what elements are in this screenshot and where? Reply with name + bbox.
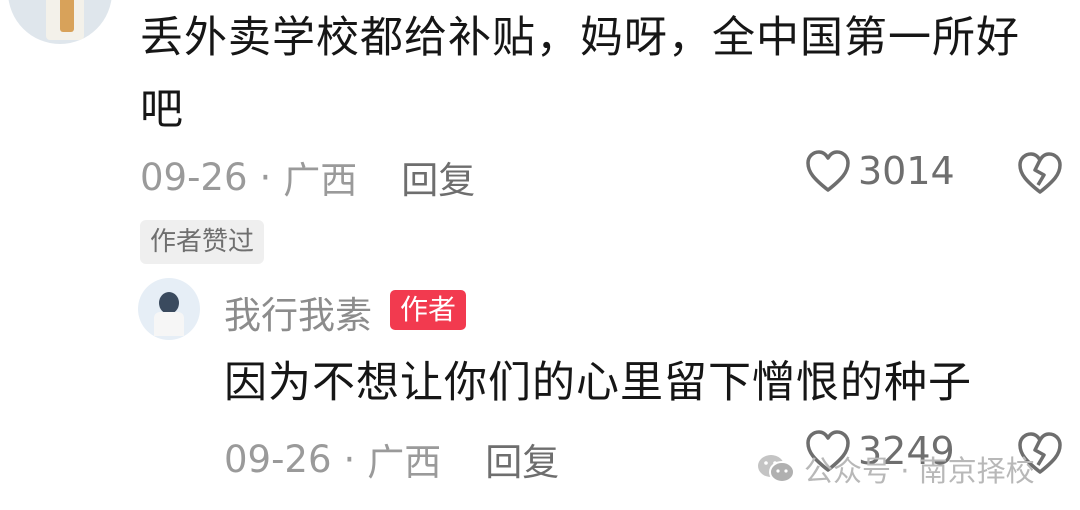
dislike-button[interactable] xyxy=(1016,151,1064,199)
reply-text: 因为不想让你们的心里留下憎恨的种子 xyxy=(224,358,972,408)
watermark-text: 公众号 · 南京择校 xyxy=(804,454,1035,488)
broken-heart-icon xyxy=(1018,152,1062,194)
reply-username[interactable]: 我行我素 xyxy=(224,285,372,339)
avatar[interactable] xyxy=(8,0,112,44)
reply-reply-button[interactable]: 回复 xyxy=(485,432,559,486)
comment-text: 丢外卖学校都给补贴，妈呀，全中国第一所好吧 xyxy=(140,13,1020,135)
meta-separator: · xyxy=(343,437,356,481)
reply-button[interactable]: 回复 xyxy=(401,150,475,204)
like-count: 3014 xyxy=(858,149,955,193)
watermark: 公众号 · 南京择校 xyxy=(756,448,1035,490)
comment-location: 广西 xyxy=(283,159,358,202)
author-liked-badge: 作者赞过 xyxy=(140,220,265,264)
heart-outline-icon xyxy=(806,150,850,192)
comment-meta: 09-26 · 广西 回复 xyxy=(140,150,475,204)
like-button[interactable]: 3014 xyxy=(804,149,955,193)
meta-separator: · xyxy=(259,155,272,199)
wechat-icon xyxy=(758,455,795,483)
reply-date: 09-26 xyxy=(224,437,332,481)
reply-meta: 09-26 · 广西 回复 xyxy=(224,432,559,486)
comment-date: 09-26 xyxy=(140,155,248,199)
author-badge: 作者 xyxy=(390,290,467,330)
reply-location: 广西 xyxy=(367,441,442,484)
reply-avatar[interactable] xyxy=(138,278,200,340)
comment-thread: 丢外卖学校都给补贴，妈呀，全中国第一所好吧 09-26 · 广西 回复 3014… xyxy=(0,0,1080,510)
